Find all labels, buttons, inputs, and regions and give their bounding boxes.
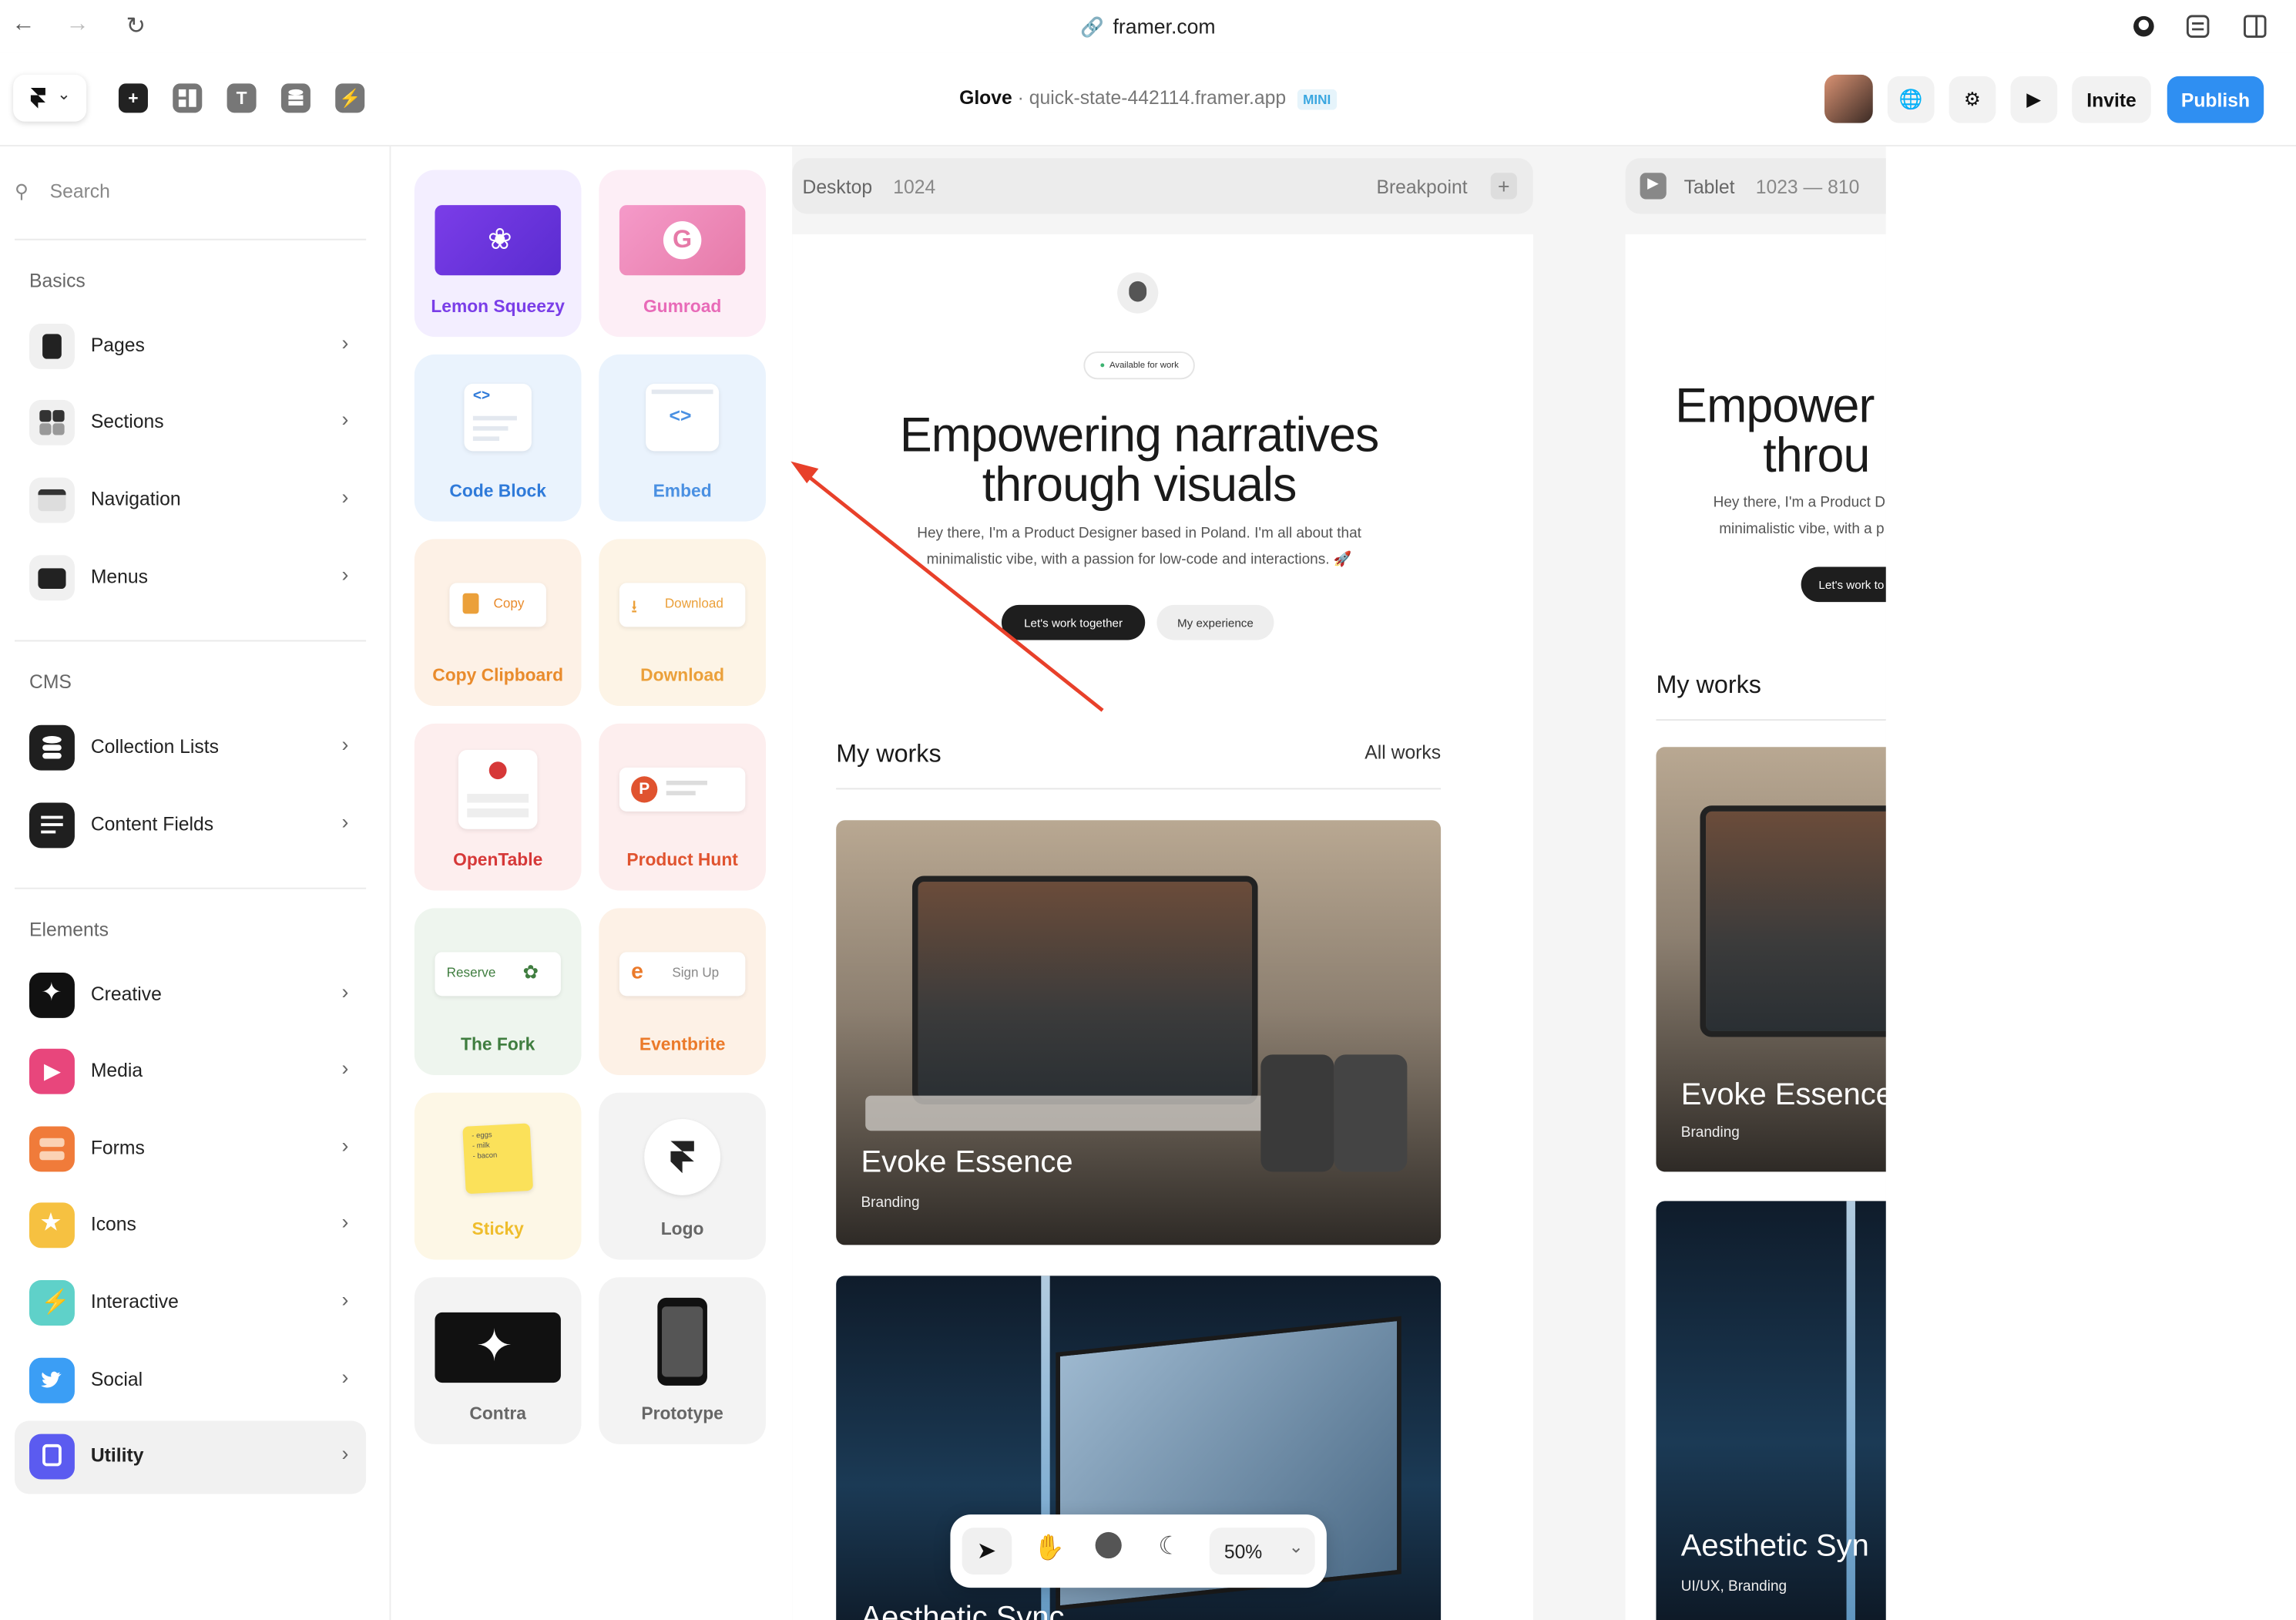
- cursor-icon: ➤: [976, 1539, 997, 1565]
- chevron-down-icon: ⌄: [1288, 1536, 1304, 1558]
- annotation-arrow: [791, 461, 1104, 712]
- moon-icon[interactable]: ☾: [1158, 1532, 1180, 1561]
- select-tool[interactable]: ➤: [962, 1528, 1012, 1575]
- hand-icon[interactable]: ✋: [1034, 1534, 1065, 1563]
- app-window: ← → ↻ 🔗 framer.com ⌄ + T ⚡ Glove · quick-…: [0, 0, 2296, 1620]
- zoom-value: 50%: [1224, 1541, 1263, 1563]
- comment-icon[interactable]: [1095, 1531, 1122, 1559]
- zoom-select[interactable]: 50% ⌄: [1209, 1528, 1315, 1575]
- canvas-toolbar: ➤ ✋ ☾ 50% ⌄: [950, 1514, 1327, 1588]
